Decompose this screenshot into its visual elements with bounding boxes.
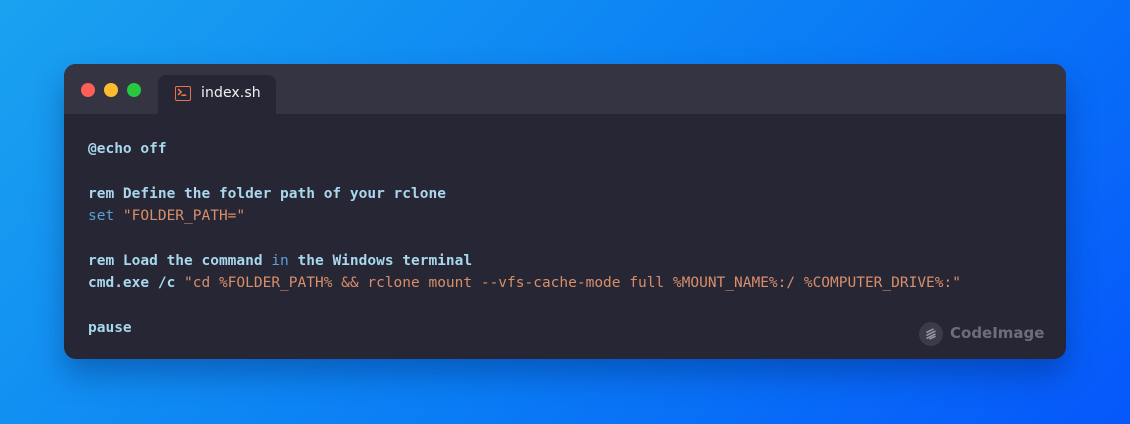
code-line: set "FOLDER_PATH=" [88,205,961,227]
code-line: pause [88,317,961,339]
code-token-kw: set [88,208,123,225]
code-token-plain: rem Define the folder path of your rclon… [88,185,446,202]
code-token-plain: cmd.exe /c [88,275,185,292]
code-token-plain: rem Load the command [88,252,272,269]
tab-label: index.sh [201,85,261,101]
watermark-label: CodeImage [950,324,1045,342]
codeimage-logo-icon [919,322,943,346]
terminal-icon [175,86,191,101]
code-token-str: "FOLDER_PATH=" [122,208,246,225]
close-window-button[interactable] [81,83,95,97]
code-line: rem Load the command in the Windows term… [88,250,961,272]
code-token-plain: pause [88,320,132,337]
code-block[interactable]: @echo off rem Define the folder path of y… [88,138,961,340]
code-window: index.sh @echo off rem Define the folder … [64,64,1066,359]
code-line: @echo off [88,138,961,160]
code-line: rem Define the folder path of your rclon… [88,183,961,205]
code-token-kw: in [271,252,289,269]
window-titlebar: index.sh [64,64,1066,114]
code-line: cmd.exe /c "cd %FOLDER_PATH% && rclone m… [88,272,961,294]
code-token-str: "cd %FOLDER_PATH% && rclone mount --vfs-… [184,275,961,292]
code-token-plain: the Windows terminal [288,252,473,269]
minimize-window-button[interactable] [104,83,118,97]
tab-index-sh[interactable]: index.sh [158,75,276,114]
code-token-plain: @echo off [88,141,167,157]
maximize-window-button[interactable] [127,83,141,97]
